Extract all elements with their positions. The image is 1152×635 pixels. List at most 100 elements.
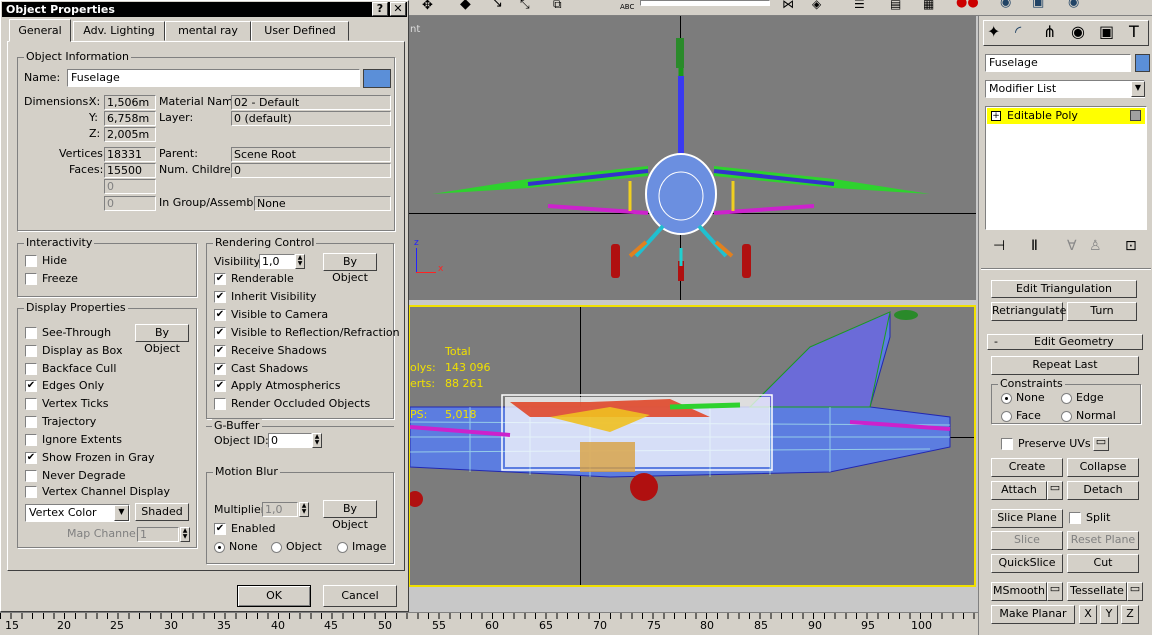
cancel-button[interactable]: Cancel bbox=[323, 585, 397, 607]
chevron-down-icon[interactable]: ▼ bbox=[1131, 81, 1145, 97]
constraint-face-radio[interactable]: Face bbox=[1001, 409, 1041, 423]
move-icon[interactable]: ✥ bbox=[422, 0, 433, 13]
radio-indicator[interactable] bbox=[1001, 410, 1012, 422]
renderable-checkbox[interactable]: ✔ Renderable bbox=[214, 272, 294, 286]
reset-plane-button[interactable]: Reset Plane bbox=[1067, 531, 1139, 550]
tessellate-settings-button[interactable]: ▭ bbox=[1127, 582, 1143, 601]
schematic-icon[interactable]: ▦ bbox=[923, 0, 934, 11]
freeze-checkbox[interactable]: Freeze bbox=[25, 272, 78, 286]
display-as-box-checkbox[interactable]: Display as Box bbox=[25, 344, 122, 358]
quick-render-icon[interactable]: ◉ bbox=[1068, 0, 1079, 10]
select-scale-icon[interactable]: ⤡ bbox=[520, 0, 530, 12]
layer-icon[interactable]: ☰ bbox=[854, 0, 865, 11]
render-occluded-checkbox[interactable]: Render Occluded Objects bbox=[214, 397, 370, 411]
edges-only-checkbox[interactable]: ✔ Edges Only bbox=[25, 379, 104, 393]
object-name-field[interactable]: Fuselage bbox=[985, 54, 1131, 72]
checkbox[interactable]: ✔ bbox=[214, 523, 226, 535]
ok-button[interactable]: OK bbox=[237, 585, 311, 607]
vertex-color-dropdown[interactable]: Vertex Color ▼ bbox=[25, 504, 130, 522]
collapse-button[interactable]: Collapse bbox=[1067, 458, 1139, 477]
configure-sets-icon[interactable]: ⊡ bbox=[1125, 238, 1137, 254]
object-color-swatch[interactable] bbox=[1135, 54, 1150, 72]
blur-image-radio[interactable]: Image bbox=[337, 540, 386, 554]
see-through-checkbox[interactable]: See-Through bbox=[25, 326, 111, 340]
checkbox[interactable] bbox=[1001, 438, 1013, 450]
map-channel-input[interactable]: 1 bbox=[137, 527, 179, 542]
slice-plane-button[interactable]: Slice Plane bbox=[991, 509, 1063, 528]
enabled-checkbox[interactable]: ✔ Enabled bbox=[214, 522, 275, 536]
slice-button[interactable]: Slice bbox=[991, 531, 1063, 550]
checkbox[interactable] bbox=[25, 398, 37, 410]
make-planar-button[interactable]: Make Planar bbox=[991, 605, 1075, 624]
object-id-spinner[interactable]: ▲ ▼ bbox=[312, 433, 322, 448]
visible-to-reflection-checkbox[interactable]: ✔ Visible to Reflection/Refraction bbox=[214, 326, 400, 340]
checkbox[interactable] bbox=[25, 255, 37, 267]
checkbox[interactable]: ✔ bbox=[214, 345, 226, 357]
chevron-down-icon[interactable]: ▼ bbox=[114, 505, 129, 521]
multiplier-input[interactable]: 1,0 bbox=[262, 502, 298, 517]
align-icon[interactable]: ◈ bbox=[812, 0, 821, 11]
quickslice-button[interactable]: QuickSlice bbox=[991, 554, 1063, 573]
split-checkbox[interactable]: Split bbox=[1069, 511, 1110, 525]
checkbox[interactable]: ✔ bbox=[214, 309, 226, 321]
checkbox[interactable]: ✔ bbox=[25, 380, 37, 392]
vertex-ticks-checkbox[interactable]: Vertex Ticks bbox=[25, 397, 108, 411]
expand-plus-icon[interactable]: + bbox=[991, 111, 1001, 121]
checkbox[interactable] bbox=[214, 398, 226, 410]
inherit-visibility-checkbox[interactable]: ✔ Inherit Visibility bbox=[214, 290, 316, 304]
radio-indicator[interactable] bbox=[214, 541, 225, 553]
receive-shadows-checkbox[interactable]: ✔ Receive Shadows bbox=[214, 344, 327, 358]
checkbox[interactable] bbox=[1069, 512, 1081, 524]
left-viewport[interactable]: Total olys: 143 096 erts: 88 261 PS: 5,0… bbox=[408, 305, 976, 587]
msmooth-settings-button[interactable]: ▭ bbox=[1047, 582, 1063, 601]
help-button[interactable]: ? bbox=[372, 2, 388, 16]
checkbox[interactable]: ✔ bbox=[214, 327, 226, 339]
name-input[interactable]: Fuselage bbox=[67, 69, 360, 87]
hierarchy-tab-icon[interactable]: ⋔ bbox=[1043, 22, 1056, 41]
checkbox[interactable] bbox=[25, 363, 37, 375]
display-by-object-button[interactable]: By Object bbox=[135, 324, 189, 355]
motion-tab-icon[interactable]: ◉ bbox=[1071, 22, 1085, 41]
named-selection-input[interactable] bbox=[640, 0, 770, 6]
object-color-swatch[interactable] bbox=[363, 69, 391, 88]
stack-item-editable-poly[interactable]: + Editable Poly bbox=[987, 108, 1145, 124]
display-tab-icon[interactable]: ▣ bbox=[1099, 22, 1114, 41]
make-planar-z-button[interactable]: Z bbox=[1121, 605, 1139, 624]
make-planar-y-button[interactable]: Y bbox=[1100, 605, 1118, 624]
map-channel-spinner[interactable]: ▲ ▼ bbox=[180, 527, 190, 542]
front-viewport[interactable]: nt z x bbox=[408, 16, 976, 300]
checkbox[interactable] bbox=[25, 470, 37, 482]
tab-adv-lighting[interactable]: Adv. Lighting bbox=[73, 21, 165, 41]
vertex-channel-display-checkbox[interactable]: Vertex Channel Display bbox=[25, 485, 170, 499]
render-setup-icon[interactable]: ◉ bbox=[1000, 0, 1011, 10]
radio-indicator[interactable] bbox=[271, 541, 282, 553]
multiplier-spinner[interactable]: ▲ ▼ bbox=[299, 502, 309, 517]
render-frame-icon[interactable]: ▣ bbox=[1032, 0, 1044, 10]
radio-indicator[interactable] bbox=[1061, 392, 1072, 404]
radio-indicator[interactable] bbox=[337, 541, 348, 553]
constraint-normal-radio[interactable]: Normal bbox=[1061, 409, 1116, 423]
checkbox[interactable] bbox=[25, 486, 37, 498]
mirror-tool-icon[interactable]: ⋈ bbox=[782, 0, 794, 11]
turn-button[interactable]: Turn bbox=[1067, 302, 1137, 321]
visibility-spinner[interactable]: ▲ ▼ bbox=[295, 254, 305, 269]
tab-mental-ray[interactable]: mental ray bbox=[165, 21, 251, 41]
close-button[interactable]: ✕ bbox=[390, 2, 406, 16]
cast-shadows-checkbox[interactable]: ✔ Cast Shadows bbox=[214, 362, 308, 376]
backface-cull-checkbox[interactable]: Backface Cull bbox=[25, 362, 116, 376]
radio-indicator[interactable] bbox=[1001, 392, 1012, 404]
remove-modifier-icon[interactable]: ♙ bbox=[1089, 238, 1102, 254]
visibility-input[interactable]: 1,0 bbox=[259, 254, 295, 269]
visible-to-camera-checkbox[interactable]: ✔ Visible to Camera bbox=[214, 308, 328, 322]
create-button[interactable]: Create bbox=[991, 458, 1063, 477]
tab-general[interactable]: General bbox=[9, 19, 71, 42]
utilities-tab-icon[interactable]: T bbox=[1129, 22, 1139, 41]
attach-list-button[interactable]: ▭ bbox=[1047, 481, 1063, 500]
blur-object-radio[interactable]: Object bbox=[271, 540, 322, 554]
retriangulate-button[interactable]: Retriangulate bbox=[991, 302, 1066, 321]
never-degrade-checkbox[interactable]: Never Degrade bbox=[25, 469, 126, 483]
constraint-edge-radio[interactable]: Edge bbox=[1061, 391, 1104, 405]
create-tab-icon[interactable]: ✦ bbox=[987, 22, 1000, 41]
show-frozen-gray-checkbox[interactable]: ✔ Show Frozen in Gray bbox=[25, 451, 155, 465]
pin-stack-icon[interactable]: ⊣ bbox=[993, 238, 1005, 254]
